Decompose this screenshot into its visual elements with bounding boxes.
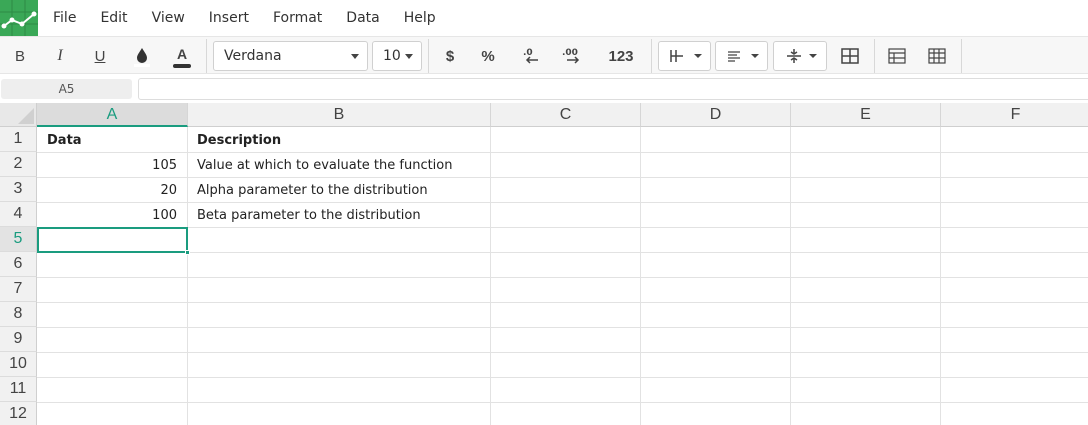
menu-insert[interactable]: Insert xyxy=(209,10,249,26)
column-header-e[interactable]: E xyxy=(791,103,941,127)
column-header-f[interactable]: F xyxy=(941,103,1088,127)
menu-data[interactable]: Data xyxy=(346,10,379,26)
toolbar-divider xyxy=(206,39,207,73)
vertical-align-select[interactable] xyxy=(658,41,711,71)
chevron-down-icon xyxy=(405,54,413,59)
row-header-3[interactable]: 3 xyxy=(0,177,37,202)
row-header-9[interactable]: 9 xyxy=(0,327,37,352)
gridline xyxy=(37,277,1088,278)
gridline xyxy=(490,127,491,425)
cell-b1[interactable]: Description xyxy=(188,128,490,153)
text-color-button[interactable]: A xyxy=(168,37,196,75)
cell-a2[interactable]: 105 xyxy=(38,153,187,178)
increase-decimal-icon: .00 xyxy=(562,48,580,64)
cell-b3[interactable]: Alpha parameter to the distribution xyxy=(188,178,490,203)
menu-edit[interactable]: Edit xyxy=(100,10,127,26)
vertical-align-middle-icon xyxy=(787,49,817,63)
cell-a3[interactable]: 20 xyxy=(38,178,187,203)
align-left-border-icon xyxy=(670,50,702,62)
font-size-select[interactable]: 10 xyxy=(372,41,422,71)
spreadsheet-grid[interactable]: A B C D E F 1 2 3 4 5 6 7 8 9 10 11 12 D… xyxy=(0,103,1088,425)
decrease-decimal-button[interactable]: .0 xyxy=(516,37,546,75)
gridline xyxy=(37,377,1088,378)
currency-format-button[interactable]: $ xyxy=(436,37,464,75)
cell-reference-box[interactable]: A5 xyxy=(1,79,132,99)
menu-bar: File Edit View Insert Format Data Help xyxy=(0,0,1088,36)
selected-cell-a5[interactable] xyxy=(37,227,188,253)
column-header-b[interactable]: B xyxy=(188,103,491,127)
underline-button[interactable]: U xyxy=(86,37,114,75)
valign-select[interactable] xyxy=(773,41,827,71)
row-header-8[interactable]: 8 xyxy=(0,302,37,327)
fill-color-button[interactable] xyxy=(128,37,156,75)
toolbar-divider xyxy=(961,39,962,73)
column-header-c[interactable]: C xyxy=(491,103,641,127)
formula-input[interactable] xyxy=(138,78,1088,100)
text-color-swatch xyxy=(173,63,191,68)
row-header-11[interactable]: 11 xyxy=(0,377,37,402)
gridline xyxy=(37,352,1088,353)
row-header-2[interactable]: 2 xyxy=(0,152,37,177)
merge-cells-icon xyxy=(841,48,859,64)
app-logo xyxy=(0,0,38,36)
cell-a4[interactable]: 100 xyxy=(38,203,187,228)
table-grid-icon xyxy=(928,48,946,64)
menu-format[interactable]: Format xyxy=(273,10,322,26)
menu-help[interactable]: Help xyxy=(404,10,436,26)
row-header-5[interactable]: 5 xyxy=(0,227,37,252)
row-header-10[interactable]: 10 xyxy=(0,352,37,377)
merge-cells-button[interactable] xyxy=(836,37,864,75)
chevron-down-icon xyxy=(351,54,359,59)
percent-format-button[interactable]: % xyxy=(474,37,502,75)
gridline xyxy=(37,252,1088,253)
decrease-decimal-icon: .0 xyxy=(523,48,538,64)
toolbar: B I U A Verdana 10 $ % .0 .00 123 xyxy=(0,36,1088,74)
paint-drop-icon xyxy=(134,48,150,67)
gridline xyxy=(940,127,941,425)
bold-button[interactable]: B xyxy=(6,37,34,75)
freeze-rows-button[interactable] xyxy=(883,37,911,75)
svg-text:.0: .0 xyxy=(523,48,533,58)
column-header-d[interactable]: D xyxy=(641,103,791,127)
toolbar-divider xyxy=(651,39,652,73)
menu-view[interactable]: View xyxy=(152,10,185,26)
row-header-4[interactable]: 4 xyxy=(0,202,37,227)
menu-file[interactable]: File xyxy=(53,10,76,26)
font-size-value: 10 xyxy=(383,48,401,64)
font-family-select[interactable]: Verdana xyxy=(213,41,368,71)
text-align-left-icon xyxy=(728,51,759,62)
gridline xyxy=(37,402,1088,403)
cell-b2[interactable]: Value at which to evaluate the function xyxy=(188,153,490,178)
cell-b4[interactable]: Beta parameter to the distribution xyxy=(188,203,490,228)
table-rows-icon xyxy=(888,48,906,64)
row-header-12[interactable]: 12 xyxy=(0,402,37,425)
select-all-corner[interactable] xyxy=(0,103,37,127)
column-header-a[interactable]: A xyxy=(37,103,188,127)
row-header-7[interactable]: 7 xyxy=(0,277,37,302)
horizontal-align-select[interactable] xyxy=(715,41,768,71)
increase-decimal-button[interactable]: .00 xyxy=(556,37,588,75)
toolbar-divider xyxy=(874,39,875,73)
gridline xyxy=(37,302,1088,303)
freeze-columns-button[interactable] xyxy=(923,37,951,75)
row-header-6[interactable]: 6 xyxy=(0,252,37,277)
cell-a1[interactable]: Data xyxy=(38,128,187,153)
italic-button[interactable]: I xyxy=(46,37,74,75)
gridline xyxy=(640,127,641,425)
row-header-1[interactable]: 1 xyxy=(0,127,37,152)
text-color-glyph: A xyxy=(176,45,188,62)
fill-handle[interactable] xyxy=(185,250,190,255)
gridline xyxy=(37,327,1088,328)
number-format-button[interactable]: 123 xyxy=(602,37,640,75)
formula-bar: A5 xyxy=(0,74,1088,104)
font-family-value: Verdana xyxy=(224,48,282,64)
toolbar-divider xyxy=(428,39,429,73)
gridline xyxy=(790,127,791,425)
